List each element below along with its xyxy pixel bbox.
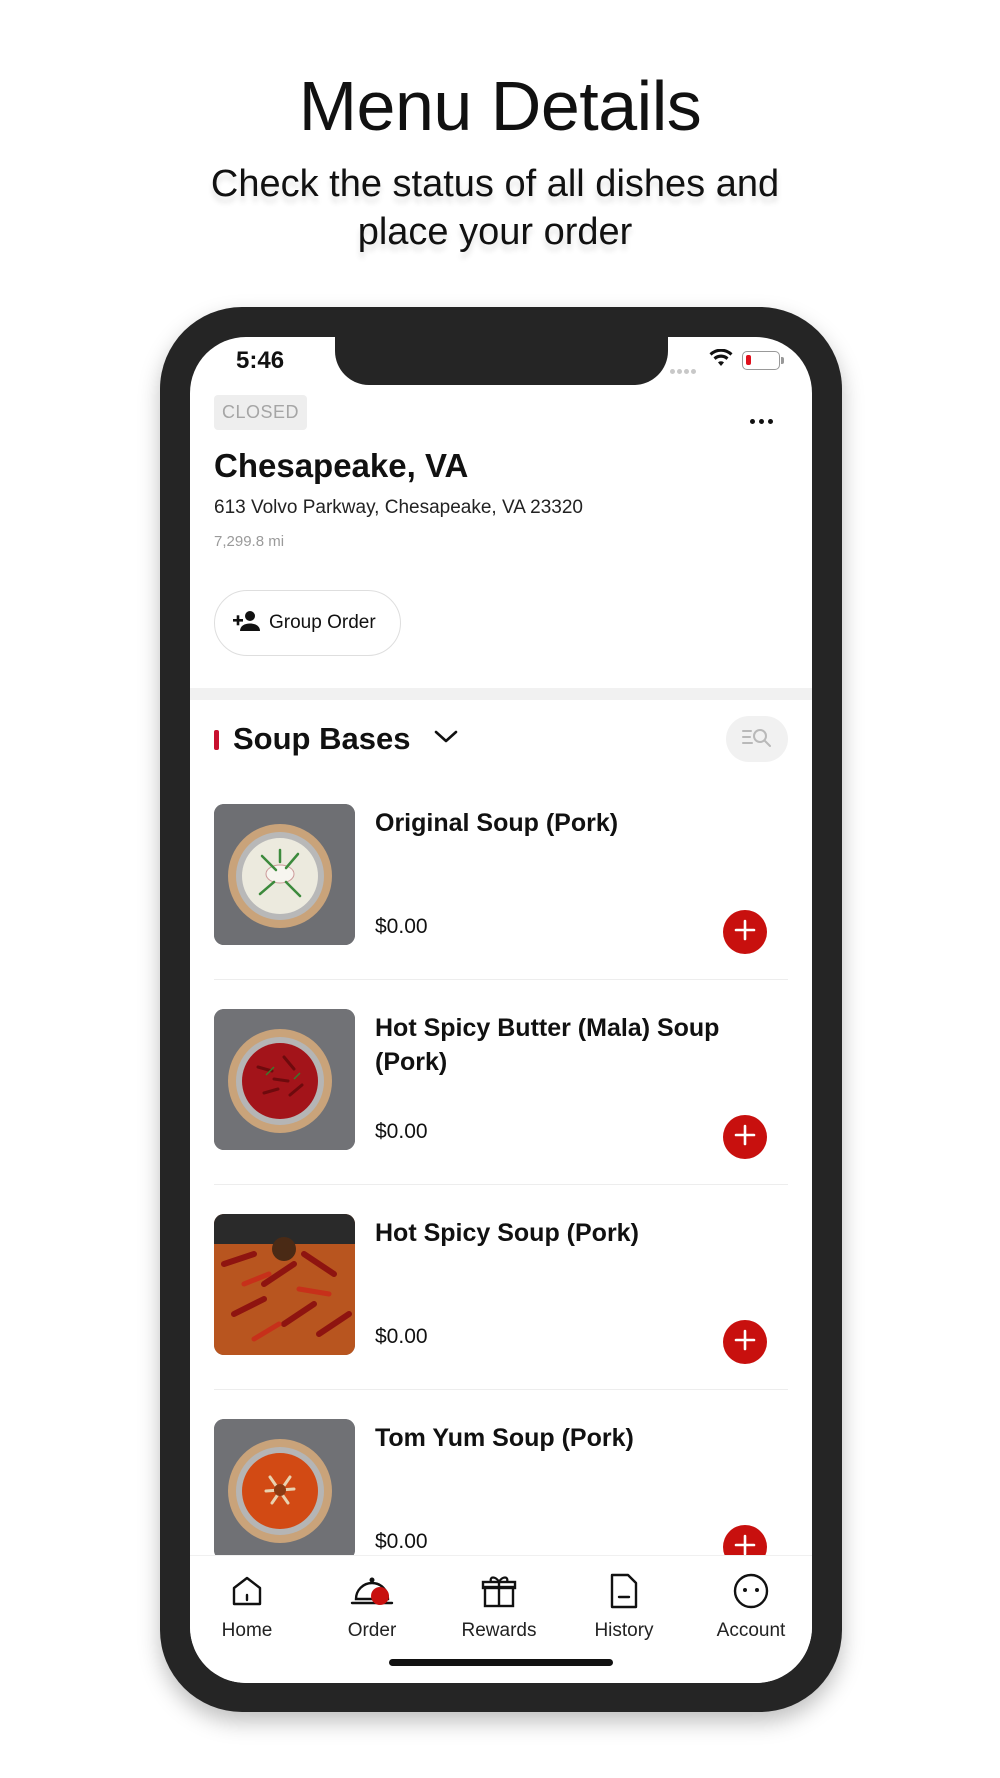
- add-item-button[interactable]: [723, 1320, 767, 1364]
- store-distance: 7,299.8 mi: [214, 533, 285, 550]
- add-person-icon: [233, 610, 261, 637]
- add-item-button[interactable]: [723, 910, 767, 954]
- category-title[interactable]: Soup Bases: [233, 721, 410, 757]
- cellular-signal-icon: [670, 361, 698, 379]
- red-chili-soup-bowl-photo: [214, 1009, 355, 1150]
- tab-rewards-label: Rewards: [461, 1620, 537, 1641]
- wifi-icon: [709, 348, 733, 372]
- category-accent-bar: [214, 730, 219, 750]
- document-icon: [569, 1570, 679, 1612]
- plus-icon: [734, 1329, 756, 1356]
- menu-item[interactable]: Hot Spicy Soup (Pork) $0.00: [214, 1214, 788, 1419]
- tab-history-label: History: [594, 1620, 654, 1641]
- tab-history[interactable]: History: [569, 1570, 679, 1642]
- group-order-label: Group Order: [269, 612, 376, 633]
- home-indicator[interactable]: [389, 1659, 613, 1666]
- section-divider: [190, 688, 812, 700]
- menu-item-name: Hot Spicy Butter (Mala) Soup (Pork): [375, 1014, 720, 1076]
- store-address: 613 Volvo Parkway, Chesapeake, VA 23320: [214, 497, 583, 518]
- plus-icon: [734, 1124, 756, 1151]
- item-separator: [214, 1184, 788, 1185]
- status-badge: CLOSED: [214, 395, 308, 430]
- item-separator: [214, 1389, 788, 1390]
- promo-title: Menu Details: [298, 67, 702, 145]
- menu-item-price: $0.00: [375, 1120, 428, 1143]
- menu-item-price: $0.00: [375, 915, 428, 938]
- list-search-icon: [741, 725, 773, 754]
- menu-item-name: Original Soup (Pork): [375, 809, 619, 837]
- phone-frame: 5:46 CLOSED Chesapeake, VA 613 Volvo Par…: [160, 307, 842, 1712]
- status-time: 5:46: [236, 347, 285, 374]
- store-name: Chesapeake, VA: [214, 447, 469, 484]
- menu-search-button[interactable]: [726, 716, 788, 762]
- plus-icon: [734, 919, 756, 946]
- tab-home[interactable]: Home: [192, 1570, 302, 1642]
- tab-account-label: Account: [716, 1620, 786, 1641]
- tab-order[interactable]: Order: [317, 1570, 427, 1642]
- phone-notch: [335, 337, 668, 385]
- item-separator: [214, 979, 788, 980]
- tab-account[interactable]: Account: [696, 1570, 806, 1642]
- promo-subtitle-line1: Check the status of all dishes and: [210, 163, 780, 205]
- gift-icon: [444, 1570, 554, 1612]
- promo-subtitle-line2: place your order: [357, 211, 633, 253]
- promo-subtitle: Check the status of all dishes and place…: [0, 160, 990, 256]
- tab-rewards[interactable]: Rewards: [444, 1570, 554, 1642]
- order-cloche-icon: [317, 1570, 427, 1612]
- menu-item-price: $0.00: [375, 1325, 428, 1348]
- group-order-button[interactable]: Group Order: [214, 590, 401, 656]
- battery-icon: [742, 351, 784, 370]
- menu-item-name: Hot Spicy Soup (Pork): [375, 1219, 639, 1247]
- menu-item[interactable]: Original Soup (Pork) $0.00: [214, 804, 788, 1009]
- dried-chili-soup-photo: [214, 1214, 355, 1355]
- add-item-button[interactable]: [723, 1115, 767, 1159]
- menu-item-price: $0.00: [375, 1530, 428, 1553]
- menu-item-name: Tom Yum Soup (Pork): [375, 1424, 634, 1452]
- phone-screen: 5:46 CLOSED Chesapeake, VA 613 Volvo Par…: [190, 337, 812, 1683]
- more-options-icon[interactable]: [750, 411, 780, 424]
- tab-home-label: Home: [221, 1620, 273, 1641]
- tab-order-label: Order: [347, 1620, 397, 1641]
- menu-item[interactable]: Hot Spicy Butter (Mala) Soup (Pork) $0.0…: [214, 1009, 788, 1214]
- account-face-icon: [696, 1570, 806, 1612]
- white-soup-bowl-photo: [214, 804, 355, 945]
- chevron-down-icon[interactable]: [434, 729, 458, 750]
- tom-yum-soup-bowl-photo: [214, 1419, 355, 1560]
- home-icon: [192, 1570, 302, 1612]
